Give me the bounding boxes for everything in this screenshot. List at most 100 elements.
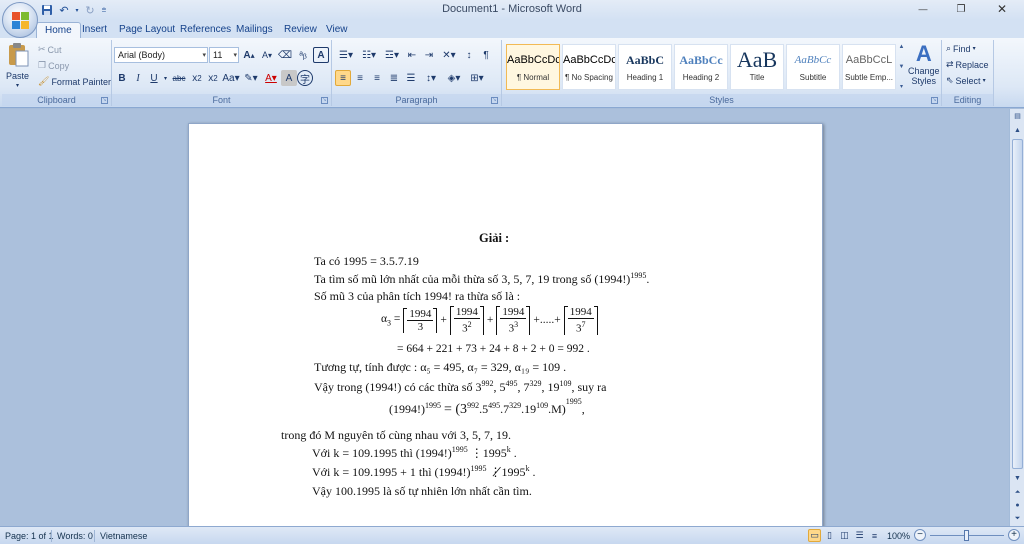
full-screen-reading-icon[interactable]: ▯: [823, 529, 836, 542]
font-size-value: 11: [213, 50, 223, 60]
outline-icon[interactable]: ☰: [853, 529, 866, 542]
styles-group-label: Styles: [502, 94, 941, 106]
paste-icon: [7, 42, 29, 70]
align-right-icon[interactable]: ≡: [369, 70, 385, 86]
strikethrough-icon[interactable]: abc: [169, 70, 189, 86]
shrink-font-icon[interactable]: A ▾: [259, 47, 275, 63]
dialog-launcher-icon[interactable]: ↘: [321, 97, 328, 104]
clear-formatting-icon[interactable]: ⌫: [277, 47, 293, 63]
font-size-tools: A ▴ A ▾ ⌫ ᵃᵦ A: [241, 47, 329, 63]
scroll-up-icon[interactable]: ▲: [1011, 125, 1024, 137]
underline-icon[interactable]: U: [146, 70, 162, 86]
align-center-icon[interactable]: ≡: [352, 70, 368, 86]
zoom-slider-thumb[interactable]: [964, 530, 969, 541]
style-no-spacing[interactable]: AaBbCcDc ¶ No Spacing: [562, 44, 616, 90]
dialog-launcher-icon[interactable]: ↘: [931, 97, 938, 104]
sort-icon[interactable]: ↕: [461, 47, 477, 63]
close-button[interactable]: ✕: [980, 0, 1024, 18]
page-count[interactable]: Page: 1 of 1: [5, 531, 54, 541]
style-sample: AaBbCcDc: [507, 54, 560, 66]
increase-indent-icon[interactable]: ⇥: [421, 47, 437, 63]
zoom-out-icon[interactable]: −: [914, 529, 926, 541]
style-heading-2[interactable]: AaBbCc Heading 2: [674, 44, 728, 90]
tab-mailings[interactable]: Mailings: [228, 22, 281, 38]
previous-page-icon[interactable]: ⏶: [1011, 487, 1024, 499]
alpha-symbol: α3 =: [381, 313, 401, 328]
zoom-level[interactable]: 100%: [887, 531, 910, 541]
copy-icon: ❐: [38, 60, 47, 70]
italic-icon[interactable]: I: [130, 70, 146, 86]
language-indicator[interactable]: Vietnamese: [100, 531, 147, 541]
borders-icon[interactable]: ⊞▾: [466, 70, 488, 86]
phonetic-guide-icon[interactable]: ᵃᵦ: [295, 47, 311, 63]
shading-icon[interactable]: ◈▾: [443, 70, 465, 86]
vertical-scrollbar[interactable]: ▤ ▲ ▼ ⏶ ● ⏷: [1009, 109, 1024, 526]
change-case-icon[interactable]: Aa▾: [221, 70, 241, 86]
format-painter-button[interactable]: 🖌 Format Painter: [38, 76, 111, 87]
chevron-down-icon[interactable]: ▼: [899, 64, 905, 70]
scroll-down-icon[interactable]: ▼: [1011, 473, 1024, 485]
font-name-value: Arial (Body): [118, 50, 166, 60]
font-group-label: Font: [112, 94, 331, 106]
cut-button[interactable]: ✂ Cut: [38, 44, 62, 55]
show-marks-icon[interactable]: ¶: [478, 47, 494, 63]
web-layout-icon[interactable]: ◫: [838, 529, 851, 542]
chevron-up-icon[interactable]: ▲: [899, 44, 905, 50]
dialog-launcher-icon[interactable]: ↘: [491, 97, 498, 104]
restore-button[interactable]: ❐: [942, 0, 980, 18]
office-button[interactable]: [2, 2, 38, 38]
word-count[interactable]: Words: 0: [57, 531, 93, 541]
numbering-icon[interactable]: ☷▾: [358, 47, 380, 63]
select-button[interactable]: ⇖ Select ▾: [946, 75, 986, 86]
scrollbar-thumb[interactable]: [1012, 139, 1023, 469]
subscript-icon[interactable]: x2: [189, 70, 205, 86]
font-size-field[interactable]: 11 ▾: [209, 47, 239, 63]
enclose-characters-icon[interactable]: 字: [297, 70, 313, 86]
find-button[interactable]: ⌕ Find ▾: [946, 43, 976, 54]
find-label: Find: [953, 43, 971, 54]
bullets-icon[interactable]: ☰▾: [335, 47, 357, 63]
change-styles-button[interactable]: A Change Styles: [908, 42, 940, 87]
font-color-icon[interactable]: A▾: [261, 70, 281, 86]
align-left-icon[interactable]: ≡: [335, 70, 351, 86]
line-spacing-icon[interactable]: ↕▾: [420, 70, 442, 86]
superscript-icon[interactable]: x2: [205, 70, 221, 86]
paste-button[interactable]: Paste ▾: [6, 42, 29, 89]
font-name-field[interactable]: Arial (Body) ▾: [114, 47, 208, 63]
document-workspace[interactable]: Giải : Ta có 1995 = 3.5.7.19 Ta tìm số m…: [0, 109, 1009, 526]
justify-icon[interactable]: ≣: [386, 70, 402, 86]
style-subtle-emphasis[interactable]: AaBbCcL Subtle Emp...: [842, 44, 896, 90]
style-subtitle[interactable]: AaBbCc Subtitle: [786, 44, 840, 90]
character-border-icon[interactable]: A: [313, 47, 329, 63]
style-normal[interactable]: AaBbCcDc ¶ Normal: [506, 44, 560, 90]
chevron-down-icon: ▾: [972, 46, 976, 52]
decrease-indent-icon[interactable]: ⇤: [404, 47, 420, 63]
highlight-icon[interactable]: ✎▾: [241, 70, 261, 86]
browse-object-icon[interactable]: ●: [1011, 500, 1024, 512]
paintbrush-icon: 🖌: [38, 76, 50, 86]
tab-view[interactable]: View: [318, 22, 356, 38]
draft-icon[interactable]: ≡: [868, 529, 881, 542]
zoom-in-icon[interactable]: +: [1008, 529, 1020, 541]
tab-insert[interactable]: Insert: [74, 22, 115, 38]
replace-button[interactable]: ⇄ Replace: [946, 59, 989, 70]
distributed-icon[interactable]: ☰: [403, 70, 419, 86]
copy-button[interactable]: ❐ Copy: [38, 60, 69, 71]
more-styles-icon[interactable]: ▾: [900, 83, 903, 90]
style-title[interactable]: AaB Title: [730, 44, 784, 90]
bold-icon[interactable]: B: [114, 70, 130, 86]
document-page[interactable]: Giải : Ta có 1995 = 3.5.7.19 Ta tìm số m…: [188, 123, 823, 526]
print-layout-icon[interactable]: ▭: [808, 529, 821, 542]
minimize-button[interactable]: —: [904, 0, 942, 18]
asian-layout-icon[interactable]: ✕▾: [438, 47, 460, 63]
character-shading-icon[interactable]: A: [281, 70, 297, 86]
ruler-toggle-icon[interactable]: ▤: [1011, 111, 1024, 123]
style-heading-1[interactable]: AaBbC Heading 1: [618, 44, 672, 90]
styles-gallery-scroll[interactable]: ▲ ▼ ▾: [897, 44, 906, 90]
dialog-launcher-icon[interactable]: ↘: [101, 97, 108, 104]
chevron-down-icon[interactable]: ▾: [162, 70, 169, 86]
grow-font-icon[interactable]: A ▴: [241, 47, 257, 63]
next-page-icon[interactable]: ⏷: [1011, 513, 1024, 525]
doc-line: Với k = 109.1995 thì (1994!)1995 ⋮1995k …: [312, 445, 517, 460]
multilevel-list-icon[interactable]: ☲▾: [381, 47, 403, 63]
